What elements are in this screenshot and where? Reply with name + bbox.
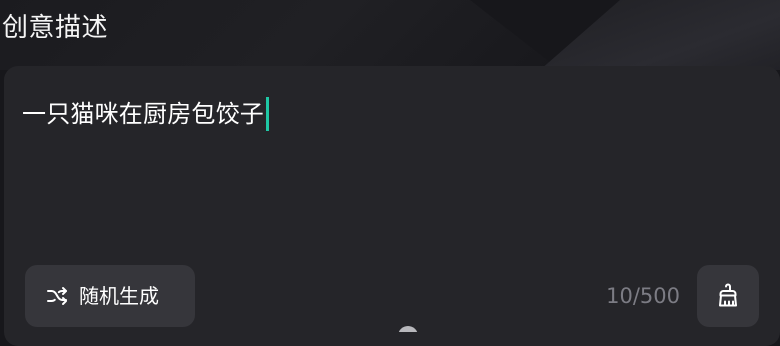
random-generate-label: 随机生成 — [79, 284, 159, 308]
bottom-notice-fragment — [398, 326, 778, 332]
section-title: 创意描述 — [2, 13, 109, 43]
shuffle-icon — [45, 284, 69, 308]
character-counter: 10/500 — [606, 284, 680, 308]
background-shape-right — [540, 0, 780, 70]
brush-clear-icon — [714, 282, 742, 310]
info-circle-icon — [398, 326, 418, 332]
prompt-text: 一只猫咪在厨房包饺子 — [22, 100, 264, 128]
random-generate-button[interactable]: 随机生成 — [25, 265, 195, 327]
prompt-input-field[interactable]: 一只猫咪在厨房包饺子 — [22, 97, 269, 131]
clear-button[interactable] — [697, 265, 759, 327]
text-caret — [266, 97, 269, 131]
